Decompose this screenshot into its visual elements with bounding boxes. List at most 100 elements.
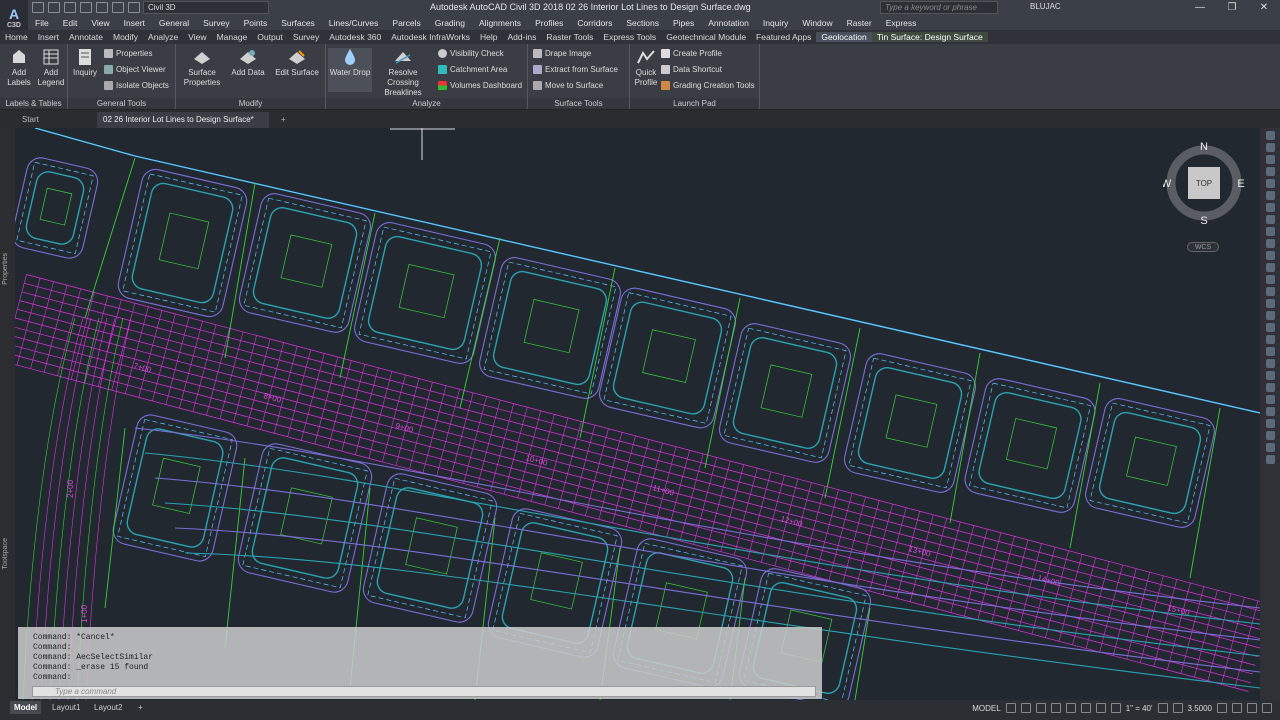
menu-edit[interactable]: Edit	[56, 18, 85, 28]
viewcube[interactable]: TOP N S E W	[1163, 142, 1245, 224]
menu-inquiry[interactable]: Inquiry	[756, 18, 796, 28]
tool-icon[interactable]	[1265, 227, 1275, 236]
drape-image-button[interactable]: Drape Image	[533, 49, 591, 58]
menu-profiles[interactable]: Profiles	[528, 18, 570, 28]
tool-icon[interactable]	[1265, 323, 1275, 332]
ribbon-tab-add-ins[interactable]: Add-ins	[503, 32, 542, 42]
polar-icon[interactable]	[1050, 703, 1061, 713]
hardware-acceleration-icon[interactable]	[1217, 703, 1227, 713]
menu-lines-curves[interactable]: Lines/Curves	[322, 18, 386, 28]
tab-model[interactable]: Model	[10, 701, 42, 714]
clean-screen-icon[interactable]	[1247, 703, 1257, 713]
quick-profile-button[interactable]: Quick Profile	[632, 48, 660, 88]
command-input[interactable]: Type a command	[32, 686, 816, 697]
wcs-menu[interactable]: WCS	[1187, 242, 1219, 252]
ribbon-tab-help[interactable]: Help	[475, 32, 502, 42]
tool-icon[interactable]	[1265, 131, 1275, 140]
ribbon-tab-tin-surface-design-surface[interactable]: Tin Surface: Design Surface	[871, 32, 988, 42]
tool-icon[interactable]	[1265, 155, 1275, 164]
minimize-button[interactable]: —	[1184, 0, 1216, 16]
tool-icon[interactable]	[1265, 431, 1275, 440]
lineweight-icon[interactable]	[1095, 703, 1106, 713]
new-icon[interactable]	[32, 2, 44, 13]
tool-icon[interactable]	[1265, 167, 1275, 176]
ribbon-tab-home[interactable]: Home	[0, 32, 33, 42]
inquiry-button[interactable]: Inquiry	[71, 48, 99, 78]
ribbon-tab-insert[interactable]: Insert	[33, 32, 64, 42]
add-layout-icon[interactable]: +	[134, 701, 147, 714]
close-button[interactable]: ✕	[1248, 0, 1280, 16]
menu-surfaces[interactable]: Surfaces	[274, 18, 322, 28]
tool-icon[interactable]	[1265, 311, 1275, 320]
menu-insert[interactable]: Insert	[117, 18, 152, 28]
redo-icon[interactable]	[128, 2, 140, 13]
extract-from-surface-button[interactable]: Extract from Surface	[533, 65, 618, 74]
move-to-surface-button[interactable]: Move to Surface	[533, 81, 603, 90]
ribbon-tab-modify[interactable]: Modify	[108, 32, 143, 42]
properties-button[interactable]: Properties	[104, 49, 152, 58]
menu-survey[interactable]: Survey	[196, 18, 236, 28]
ribbon-tab-annotate[interactable]: Annotate	[64, 32, 108, 42]
tool-icon[interactable]	[1265, 359, 1275, 368]
add-data-button[interactable]: Add Data	[228, 48, 268, 78]
tool-icon[interactable]	[1265, 251, 1275, 260]
workspace-select[interactable]: Civil 3D	[143, 1, 269, 14]
tab-layout1[interactable]: Layout1	[48, 701, 84, 714]
menu-parcels[interactable]: Parcels	[385, 18, 427, 28]
plus-icon[interactable]	[1172, 703, 1183, 713]
menu-express[interactable]: Express	[879, 18, 924, 28]
grid-icon[interactable]	[1005, 703, 1016, 713]
volumes-dashboard-button[interactable]: Volumes Dashboard	[438, 81, 522, 90]
app-menu-button[interactable]: A C3D	[0, 0, 28, 34]
ribbon-tab-autodesk-infraworks[interactable]: Autodesk InfraWorks	[386, 32, 475, 42]
otrack-icon[interactable]	[1080, 703, 1091, 713]
ribbon-tab-analyze[interactable]: Analyze	[143, 32, 183, 42]
surface-properties-button[interactable]: Surface Properties	[180, 48, 224, 88]
menu-general[interactable]: General	[152, 18, 196, 28]
ribbon-tab-geotechnical-module[interactable]: Geotechnical Module	[661, 32, 751, 42]
menu-annotation[interactable]: Annotation	[701, 18, 756, 28]
tool-icon[interactable]	[1265, 347, 1275, 356]
menu-alignments[interactable]: Alignments	[472, 18, 528, 28]
new-tab-icon[interactable]: +	[275, 112, 289, 128]
user-account[interactable]: BLUJAC	[1030, 2, 1061, 11]
add-legend-button[interactable]: Add Legend	[36, 48, 66, 88]
ribbon-tab-survey[interactable]: Survey	[288, 32, 324, 42]
isolate-objects-button[interactable]: Isolate Objects	[104, 81, 169, 90]
elevation-value[interactable]: 3.5000	[1188, 704, 1212, 713]
ribbon-tab-raster-tools[interactable]: Raster Tools	[541, 32, 598, 42]
ribbon-tab-manage[interactable]: Manage	[212, 32, 253, 42]
ribbon-tab-output[interactable]: Output	[252, 32, 288, 42]
undo-icon[interactable]	[112, 2, 124, 13]
ribbon-tab-featured-apps[interactable]: Featured Apps	[751, 32, 816, 42]
tool-icon[interactable]	[1265, 419, 1275, 428]
object-viewer-button[interactable]: Object Viewer	[104, 65, 166, 74]
menu-view[interactable]: View	[84, 18, 116, 28]
tool-icon[interactable]	[1265, 143, 1275, 152]
tool-icon[interactable]	[1265, 275, 1275, 284]
ribbon-tab-autodesk-360[interactable]: Autodesk 360	[324, 32, 386, 42]
data-shortcut-button[interactable]: Data Shortcut	[661, 65, 722, 74]
menu-raster[interactable]: Raster	[840, 18, 879, 28]
water-drop-button[interactable]: Water Drop	[328, 48, 372, 92]
drawing-canvas[interactable]: 7+00 8+00 9+00 10+00 11+00 12+00 13+00 14+00 15+…	[15, 128, 1260, 700]
grading-creation-tools-button[interactable]: Grading Creation Tools	[661, 81, 755, 90]
catchment-area-button[interactable]: Catchment Area	[438, 65, 507, 74]
annotation-scale[interactable]: 1" = 40'	[1126, 704, 1153, 713]
tool-icon[interactable]	[1265, 203, 1275, 212]
tool-icon[interactable]	[1265, 395, 1275, 404]
isolate-icon[interactable]	[1232, 703, 1242, 713]
tab-layout2[interactable]: Layout2	[90, 701, 126, 714]
tool-icon[interactable]	[1265, 215, 1275, 224]
menu-pipes[interactable]: Pipes	[666, 18, 701, 28]
menu-window[interactable]: Window	[795, 18, 839, 28]
customize-menu-icon[interactable]	[1262, 703, 1272, 713]
menu-corridors[interactable]: Corridors	[570, 18, 619, 28]
resolve-crossing-breaklines-button[interactable]: Resolve Crossing Breaklines	[372, 48, 434, 98]
ribbon-tab-express-tools[interactable]: Express Tools	[598, 32, 661, 42]
tool-icon[interactable]	[1265, 371, 1275, 380]
restore-button[interactable]: ❐	[1216, 0, 1248, 16]
menu-points[interactable]: Points	[237, 18, 275, 28]
model-space-toggle[interactable]: MODEL	[972, 704, 1000, 713]
create-profile-button[interactable]: Create Profile	[661, 49, 722, 58]
